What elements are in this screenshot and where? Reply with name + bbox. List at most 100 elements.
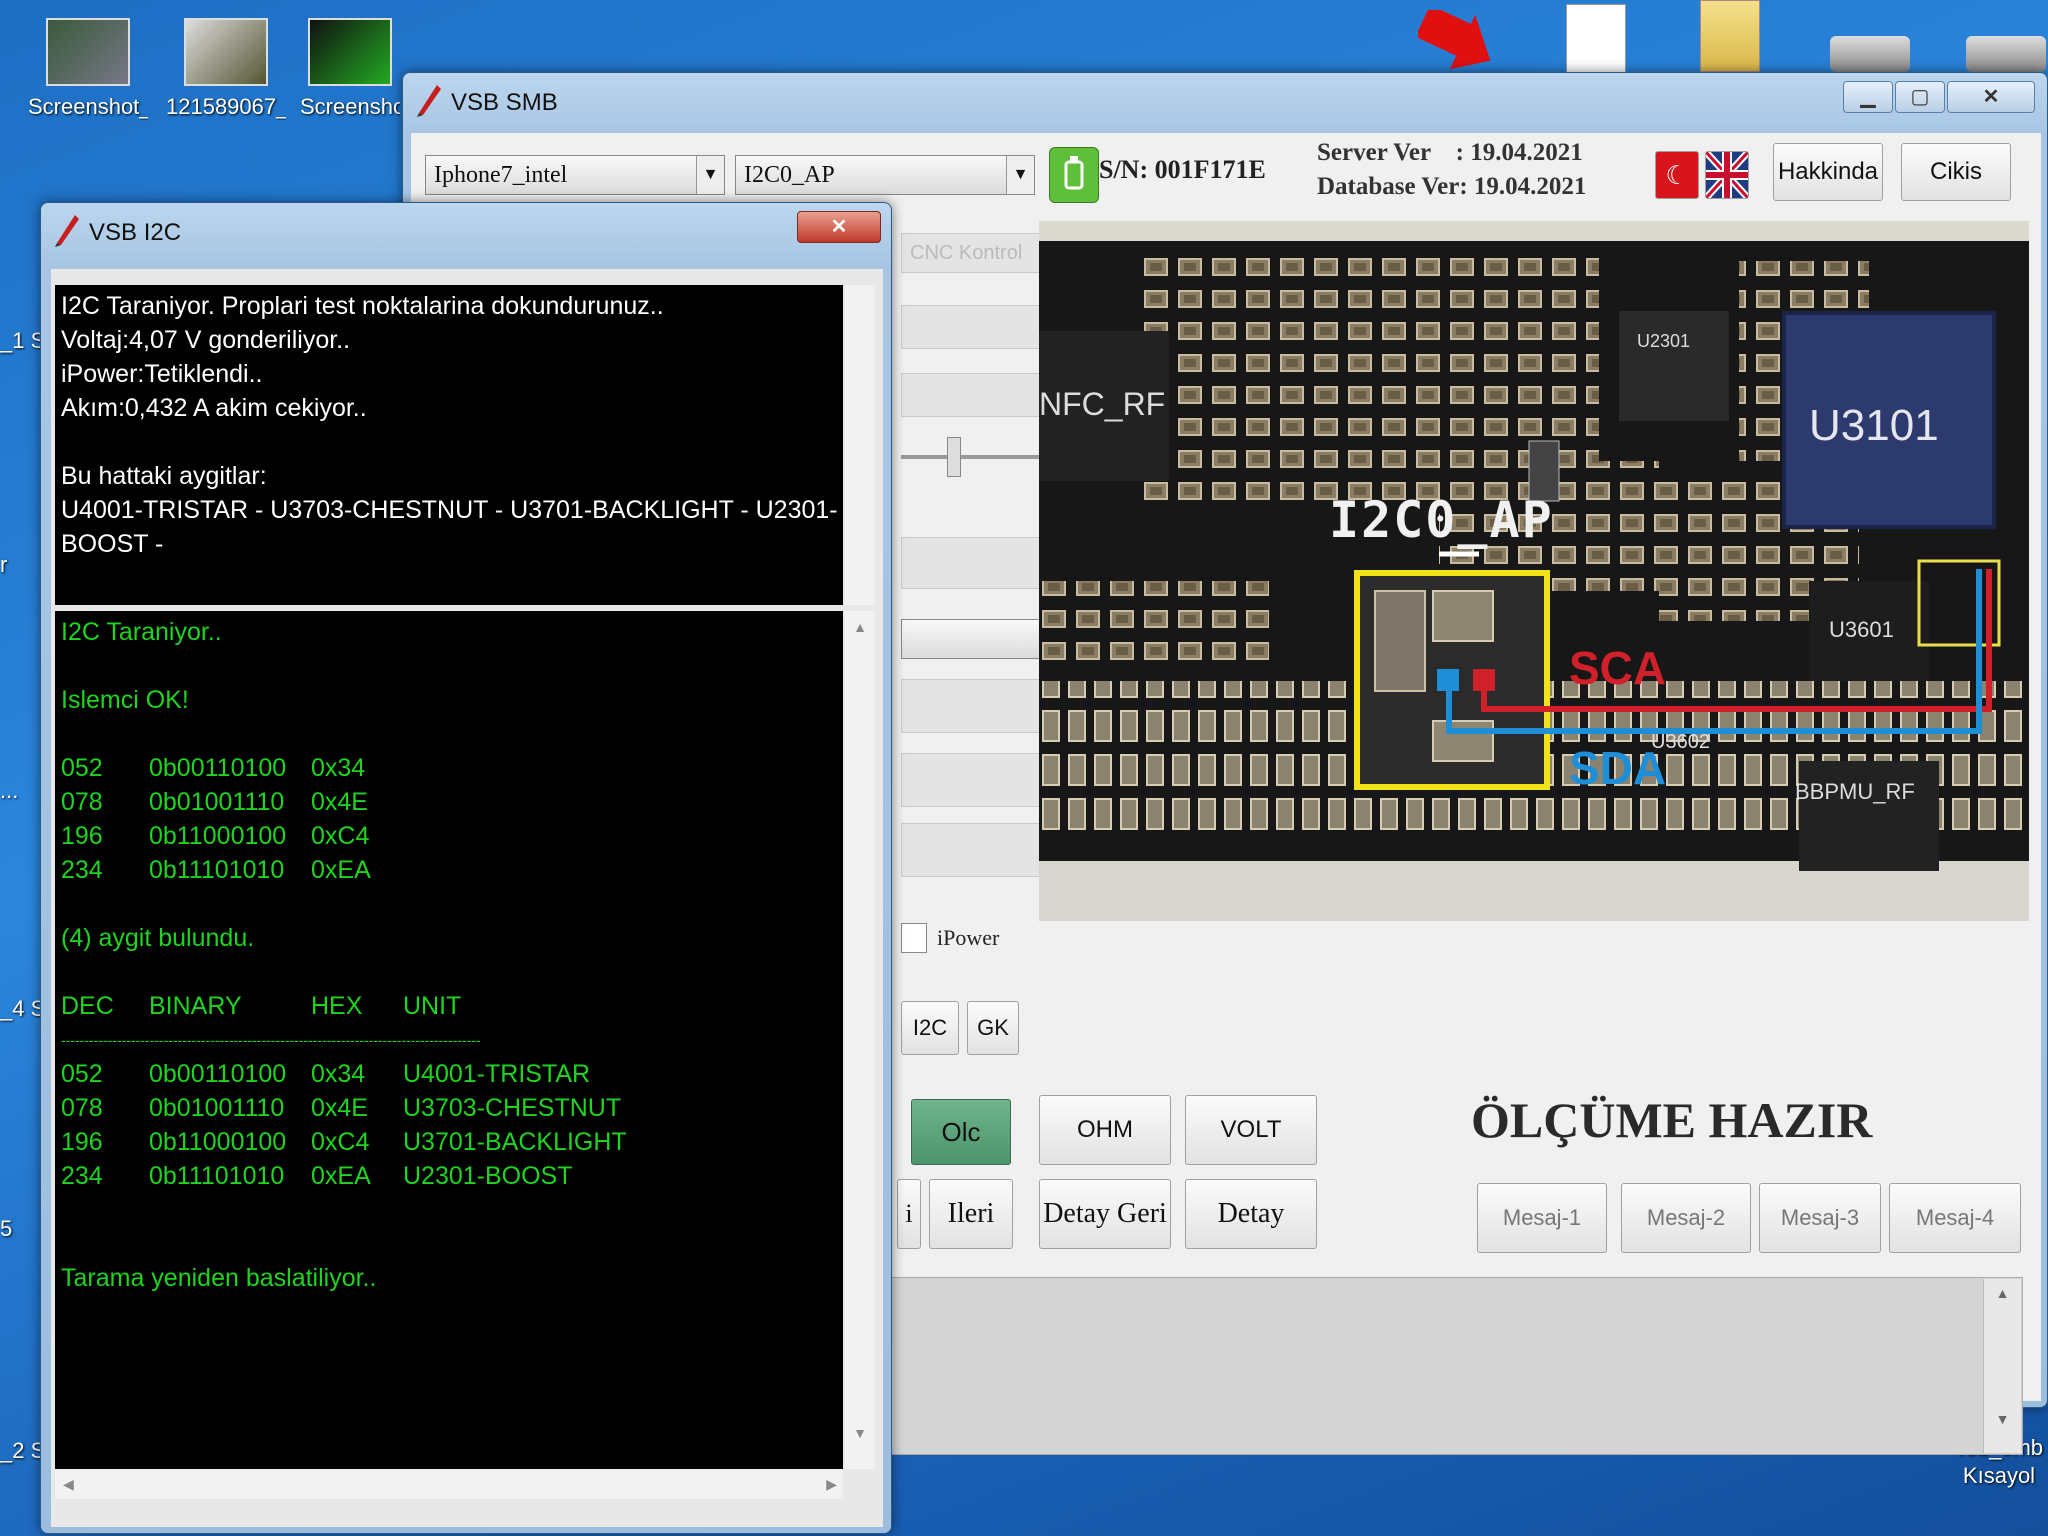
window-title: VSB SMB — [451, 89, 558, 116]
gk-button[interactable]: GK — [967, 1001, 1019, 1055]
chip-label-bbpmu-rf: BBPMU_RF — [1795, 779, 1915, 804]
top-console-scrollbar[interactable] — [845, 285, 875, 605]
chip-label-u3602: U3602 — [1651, 731, 1710, 753]
log-scrollbar[interactable]: ▲ ▼ — [1983, 1279, 2021, 1453]
ipower-label: iPower — [937, 925, 1000, 950]
message-1-button[interactable]: Mesaj-1 — [1477, 1183, 1607, 1253]
model-select[interactable]: Iphone7_intel ▼ — [425, 155, 725, 195]
android-icon — [1049, 147, 1099, 203]
title-bar[interactable]: VSB I2C ✕ — [41, 203, 891, 263]
ohm-button[interactable]: OHM — [1039, 1095, 1171, 1165]
desktop-icon-screenshot[interactable]: Screenshot — [300, 18, 400, 120]
scan-console: I2C Taraniyor.. Islemci OK! 052 0b0011010… — [55, 611, 843, 1469]
turkish-language-button[interactable]: ☾ — [1655, 151, 1699, 199]
olc-button[interactable]: Olc — [911, 1099, 1011, 1165]
drive-icon[interactable] — [1830, 36, 1910, 72]
chevron-down-icon: ▼ — [1006, 156, 1034, 194]
detail-back-button[interactable]: Detay Geri — [1039, 1179, 1171, 1249]
console-line: Voltaj:4,07 V gonderiliyor.. — [61, 326, 351, 354]
drive-icon[interactable] — [1966, 36, 2046, 72]
serial-number: S/N: 001F171E — [1099, 155, 1266, 184]
edge-label: r — [0, 552, 8, 577]
red-arrow-icon[interactable] — [1415, 4, 1498, 70]
back-button[interactable]: i — [897, 1179, 921, 1249]
table-header: DEC BINARY HEX UNIT — [61, 992, 462, 1020]
device-row: 052 0b00110100 0x34 U4001-TRISTAR — [61, 1060, 591, 1088]
database-version: Database Ver: 19.04.2021 — [1317, 173, 1587, 200]
desktop-icon-label: 121589067_... — [166, 94, 286, 119]
chip-label-nfc-rf: NFC_RF — [1039, 386, 1166, 422]
uk-flag-icon — [1706, 152, 1748, 198]
pcb-drawing — [1039, 221, 2029, 921]
maximize-button[interactable]: ▢ — [1895, 81, 1945, 113]
pen-icon — [417, 85, 441, 117]
chip-label-u3101: U3101 — [1809, 401, 1939, 450]
scan-console-hscrollbar[interactable]: ◀ ▶ — [55, 1469, 843, 1499]
scan-row: 196 0b11000100 0xC4 — [61, 822, 370, 850]
scan-console-vscrollbar[interactable]: ▲ ▼ — [845, 611, 875, 1469]
message-2-button[interactable]: Mesaj-2 — [1621, 1183, 1751, 1253]
device-row: 078 0b01001110 0x4E U3703-CHESTNUT — [61, 1094, 622, 1122]
exit-button[interactable]: Cikis — [1901, 143, 2011, 201]
window-title: VSB I2C — [89, 219, 182, 246]
message-3-button[interactable]: Mesaj-3 — [1759, 1183, 1881, 1253]
table-separator: ----------------------------------------… — [61, 1032, 481, 1048]
scroll-up-icon[interactable]: ▲ — [845, 611, 875, 635]
console-line: Bu hattaki aygitlar: — [61, 462, 267, 490]
slider-handle[interactable] — [947, 437, 961, 477]
console-line: Akım:0,432 A akim cekiyor.. — [61, 394, 367, 422]
about-button[interactable]: Hakkinda — [1773, 143, 1883, 201]
title-bar[interactable]: VSB SMB ▁ ▢ ✕ — [403, 73, 2047, 133]
edge-label: 5 — [0, 1216, 13, 1241]
scan-row: 234 0b11101010 0xEA — [61, 856, 371, 884]
scan-title: I2C Taraniyor.. — [61, 618, 222, 646]
document-icon[interactable] — [1566, 4, 1626, 76]
edge-label: _4 S — [0, 996, 46, 1021]
found-count: (4) aygit bulundu. — [61, 924, 255, 952]
console-line: I2C Taraniyor. Proplari test noktalarina… — [61, 292, 664, 320]
detail-button[interactable]: Detay — [1185, 1179, 1317, 1249]
minimize-button[interactable]: ▁ — [1843, 81, 1893, 113]
chip-bbpmu — [1799, 761, 1939, 871]
desktop-icon-121589067[interactable]: 121589067_... — [166, 18, 286, 120]
server-version: Server Ver : 19.04.2021 — [1317, 139, 1583, 166]
scroll-right-icon[interactable]: ▶ — [826, 1469, 837, 1499]
scroll-down-icon[interactable]: ▼ — [1984, 1411, 2021, 1427]
bus-select-value: I2C0_AP — [744, 162, 835, 188]
log-textarea[interactable] — [891, 1277, 2023, 1455]
sca-label: SCA — [1569, 642, 1667, 694]
chip-label-u3601: U3601 — [1829, 617, 1894, 642]
close-button[interactable]: ✕ — [797, 211, 881, 243]
bus-select[interactable]: I2C0_AP ▼ — [735, 155, 1035, 195]
volt-button[interactable]: VOLT — [1185, 1095, 1317, 1165]
desktop-icon-screenshot6[interactable]: Screenshot_6 — [28, 18, 148, 120]
pen-icon — [55, 215, 79, 247]
chip-label-u2301: U2301 — [1637, 331, 1691, 351]
scroll-down-icon[interactable]: ▼ — [845, 1425, 875, 1441]
image-thumbnail-icon — [46, 18, 130, 86]
close-button[interactable]: ✕ — [1947, 81, 2035, 113]
shortcut-sublabel: Kısayol — [1962, 1463, 2036, 1488]
model-select-value: Iphone7_intel — [434, 162, 568, 188]
console-line: BOOST - — [61, 530, 164, 558]
message-4-button[interactable]: Mesaj-4 — [1889, 1183, 2021, 1253]
scan-row: 052 0b00110100 0x34 — [61, 754, 366, 782]
vsb-i2c-window: VSB I2C ✕ I2C Taraniyor. Proplari test n… — [40, 202, 892, 1534]
image-thumbnail-icon — [308, 18, 392, 86]
english-language-button[interactable] — [1705, 151, 1749, 199]
ipower-checkbox[interactable] — [901, 923, 927, 953]
scroll-up-icon[interactable]: ▲ — [1984, 1279, 2021, 1301]
next-button[interactable]: Ileri — [929, 1179, 1013, 1249]
scroll-left-icon[interactable]: ◀ — [55, 1476, 74, 1492]
scan-row: 078 0b01001110 0x4E — [61, 788, 368, 816]
chevron-down-icon: ▼ — [696, 156, 724, 194]
restart-message: Tarama yeniden baslatiliyor.. — [61, 1264, 377, 1292]
desktop-icon-label: Screenshot — [300, 94, 400, 119]
board-image[interactable]: I2C0_AP SCA SDA U3101 U2301 U3601 NFC_RF… — [1039, 221, 2029, 921]
folder-icon[interactable] — [1700, 0, 1760, 72]
i2c-button[interactable]: I2C — [901, 1001, 959, 1055]
desktop-icon-label: Screenshot_6 — [28, 94, 148, 119]
device-row: 196 0b11000100 0xC4 U3701-BACKLIGHT — [61, 1128, 627, 1156]
